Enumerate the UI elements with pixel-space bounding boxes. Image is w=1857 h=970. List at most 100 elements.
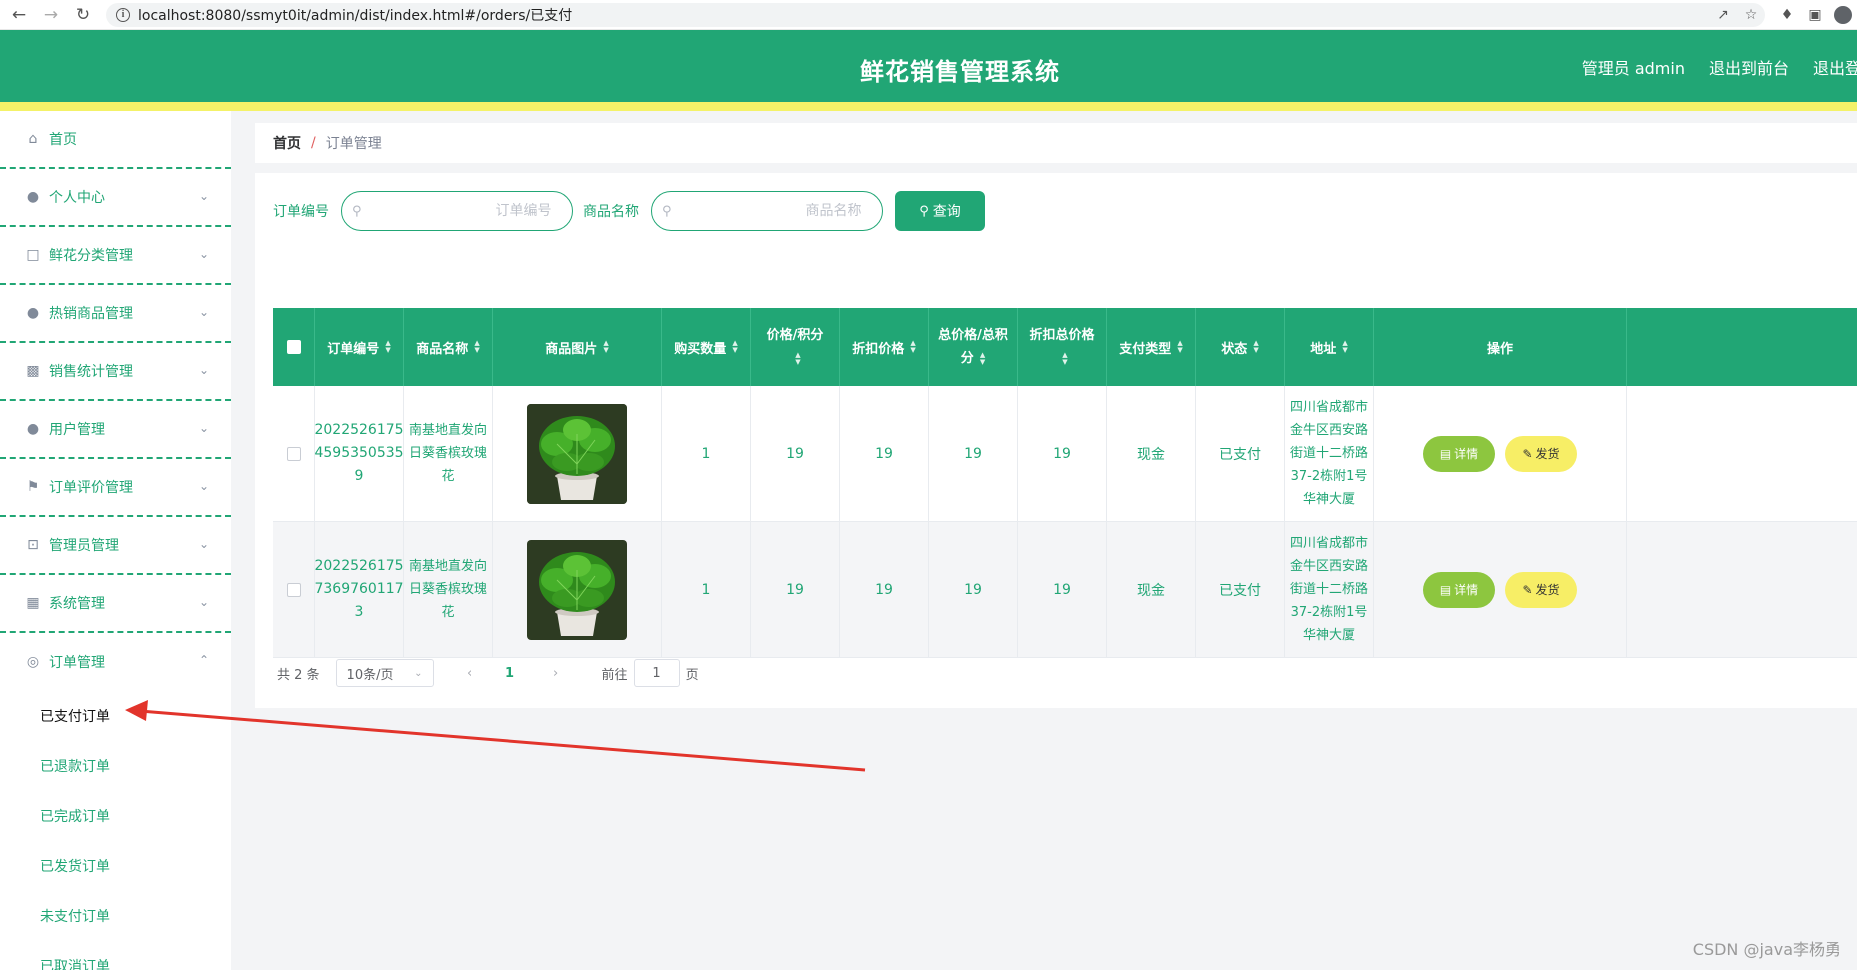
sort-icon[interactable]: ▲ ▼ <box>1062 351 1067 366</box>
forward-icon[interactable]: → <box>38 2 64 28</box>
submenu-refunded-orders[interactable]: 已退款订单 <box>0 741 231 791</box>
prev-page-icon[interactable]: ‹ <box>460 666 480 681</box>
chevron-up-icon: ⌃ <box>198 653 209 667</box>
star-icon[interactable]: ☆ <box>1737 3 1765 27</box>
detail-button-label: 详情 <box>1454 447 1479 461</box>
sort-icon[interactable]: ▲ ▼ <box>1177 340 1182 354</box>
sort-icon[interactable]: ▲ ▼ <box>795 351 800 366</box>
col-pay-type[interactable]: 支付类型 ▲ ▼ <box>1107 308 1196 386</box>
col-address[interactable]: 地址 ▲ ▼ <box>1285 308 1374 386</box>
row-checkbox[interactable] <box>286 446 301 461</box>
document-icon: ▤ <box>1439 446 1452 461</box>
sort-icon[interactable]: ▲ ▼ <box>732 340 737 354</box>
cell-discount-price: 19 <box>840 386 929 521</box>
submenu-completed-orders[interactable]: 已完成订单 <box>0 791 231 841</box>
query-button[interactable]: ⚲ 查询 <box>895 191 985 231</box>
submenu-paid-orders[interactable]: 已支付订单 <box>0 691 231 741</box>
sort-icon[interactable]: ▲ ▼ <box>474 340 479 354</box>
url-text[interactable]: localhost:8080/ssmyt0it/admin/dist/index… <box>138 5 572 25</box>
sidebar-item-label: 订单管理 <box>49 655 105 671</box>
sidepanel-icon[interactable]: ▣ <box>1801 3 1829 27</box>
site-info-icon[interactable]: i <box>116 7 130 22</box>
sidebar-item-admins[interactable]: ⊡ 管理员管理 ⌄ <box>0 517 231 575</box>
sidebar-item-orders[interactable]: ◎ 订单管理 ⌃ <box>0 633 231 691</box>
sort-icon[interactable]: ▲ ▼ <box>1342 340 1347 354</box>
page-suffix: 页 <box>685 667 699 683</box>
cell-discount-price: 19 <box>840 522 929 657</box>
sort-icon[interactable]: ▲ ▼ <box>385 340 390 354</box>
sidebar-item-order-reviews[interactable]: ⚑ 订单评价管理 ⌄ <box>0 459 231 517</box>
back-to-front-link[interactable]: 退出到前台 <box>1709 55 1789 79</box>
goto-page-input[interactable]: 1 <box>633 659 680 687</box>
col-image[interactable]: 商品图片 ▲ ▼ <box>493 308 662 386</box>
col-discount-price[interactable]: 折扣价格 ▲ ▼ <box>840 308 929 386</box>
row-select-cell <box>273 522 315 657</box>
sidebar-item-home[interactable]: ⌂ 首页 <box>0 111 231 169</box>
sidebar-item-profile[interactable]: ● 个人中心 ⌄ <box>0 169 231 227</box>
ship-button-label: 发货 <box>1535 447 1560 461</box>
page-number-current[interactable]: 1 <box>500 666 520 681</box>
next-page-icon[interactable]: › <box>546 666 566 681</box>
cell-price: 19 <box>751 386 840 521</box>
sidebar-item-users[interactable]: ● 用户管理 ⌄ <box>0 401 231 459</box>
cell-qty: 1 <box>662 522 751 657</box>
sidebar-item-system[interactable]: ▦ 系统管理 ⌄ <box>0 575 231 633</box>
app-header: 鲜花销售管理系统 管理员 admin 退出到前台 退出登录 <box>0 30 1857 102</box>
sort-icon[interactable]: ▲ ▼ <box>603 340 608 354</box>
header-label: 支付类型 <box>1119 341 1172 357</box>
row-select-cell <box>273 386 315 521</box>
col-status[interactable]: 状态 ▲ ▼ <box>1196 308 1285 386</box>
order-no-input[interactable] <box>361 203 552 219</box>
order-no-field[interactable]: ⚲ <box>341 191 573 231</box>
table-header: 订单编号 ▲ ▼ 商品名称 ▲ ▼ 商品图片 ▲ ▼ 购买数量 ▲ ▼ 价格/积分 ▲ ▼ 折扣价格… <box>273 308 1857 386</box>
sidebar-item-label: 热销商品管理 <box>49 306 133 322</box>
crop-icon: ⊡ <box>27 537 39 553</box>
col-product[interactable]: 商品名称 ▲ ▼ <box>404 308 493 386</box>
cell-address: 四川省成都市 金牛区西安路 街道十二桥路 37-2栋附1号 华神大厦 <box>1285 386 1374 521</box>
submenu-cancelled-orders[interactable]: 已取消订单 <box>0 941 231 970</box>
detail-button[interactable]: ▤ 详情 <box>1423 571 1495 608</box>
back-icon[interactable]: ← <box>6 2 32 28</box>
sidebar-item-sales-stats[interactable]: ▩ 销售统计管理 ⌄ <box>0 343 231 401</box>
sort-icon[interactable]: ▲ ▼ <box>980 351 985 366</box>
product-name-field[interactable]: ⚲ <box>651 191 883 231</box>
target-icon: ◎ <box>26 654 40 670</box>
ship-button[interactable]: ✎ 发货 <box>1505 435 1577 472</box>
product-name-input[interactable] <box>671 203 862 219</box>
cell-total: 19 <box>929 522 1018 657</box>
breadcrumb-current: 订单管理 <box>325 136 382 152</box>
user-icon: ● <box>26 305 40 321</box>
select-all-checkbox[interactable] <box>286 340 301 354</box>
ship-button[interactable]: ✎ 发货 <box>1505 571 1577 608</box>
page-size-select[interactable]: 10条/页 ⌄ <box>335 659 434 687</box>
sort-icon[interactable]: ▲ ▼ <box>910 340 915 354</box>
sidebar-item-label: 用户管理 <box>49 422 105 438</box>
col-qty[interactable]: 购买数量 ▲ ▼ <box>662 308 751 386</box>
detail-button[interactable]: ▤ 详情 <box>1423 435 1495 472</box>
chevron-down-icon: ⌄ <box>198 537 209 551</box>
col-discount-total[interactable]: 折扣总价格 ▲ ▼ <box>1018 308 1107 386</box>
breadcrumb-home[interactable]: 首页 <box>273 133 301 153</box>
address-bar[interactable]: i localhost:8080/ssmyt0it/admin/dist/ind… <box>106 2 1765 27</box>
reload-icon[interactable]: ↻ <box>70 2 96 28</box>
order-no-label: 订单编号 <box>273 204 329 220</box>
row-checkbox[interactable] <box>286 582 301 597</box>
sort-icon[interactable]: ▲ ▼ <box>1253 340 1258 354</box>
logout-link[interactable]: 退出登录 <box>1813 55 1857 79</box>
submenu-unpaid-orders[interactable]: 未支付订单 <box>0 891 231 941</box>
submenu-shipped-orders[interactable]: 已发货订单 <box>0 841 231 891</box>
profile-icon[interactable] <box>1829 3 1857 27</box>
sidebar-item-flower-category[interactable]: □ 鲜花分类管理 ⌄ <box>0 227 231 285</box>
col-order-no[interactable]: 订单编号 ▲ ▼ <box>315 308 404 386</box>
product-image[interactable] <box>527 403 627 504</box>
header-label: 商品图片 <box>545 341 598 357</box>
header-label: 订单编号 <box>327 341 380 357</box>
sidebar-item-label: 首页 <box>49 132 77 148</box>
product-image[interactable] <box>527 539 627 640</box>
share-icon[interactable]: ↗ <box>1709 3 1737 27</box>
col-price[interactable]: 价格/积分 ▲ ▼ <box>751 308 840 386</box>
sidebar-item-hot-products[interactable]: ● 热销商品管理 ⌄ <box>0 285 231 343</box>
header-label: 状态 <box>1221 341 1248 357</box>
col-total[interactable]: 总价格/总积分 ▲ ▼ <box>929 308 1018 386</box>
extensions-icon[interactable]: ♦ <box>1773 3 1801 27</box>
